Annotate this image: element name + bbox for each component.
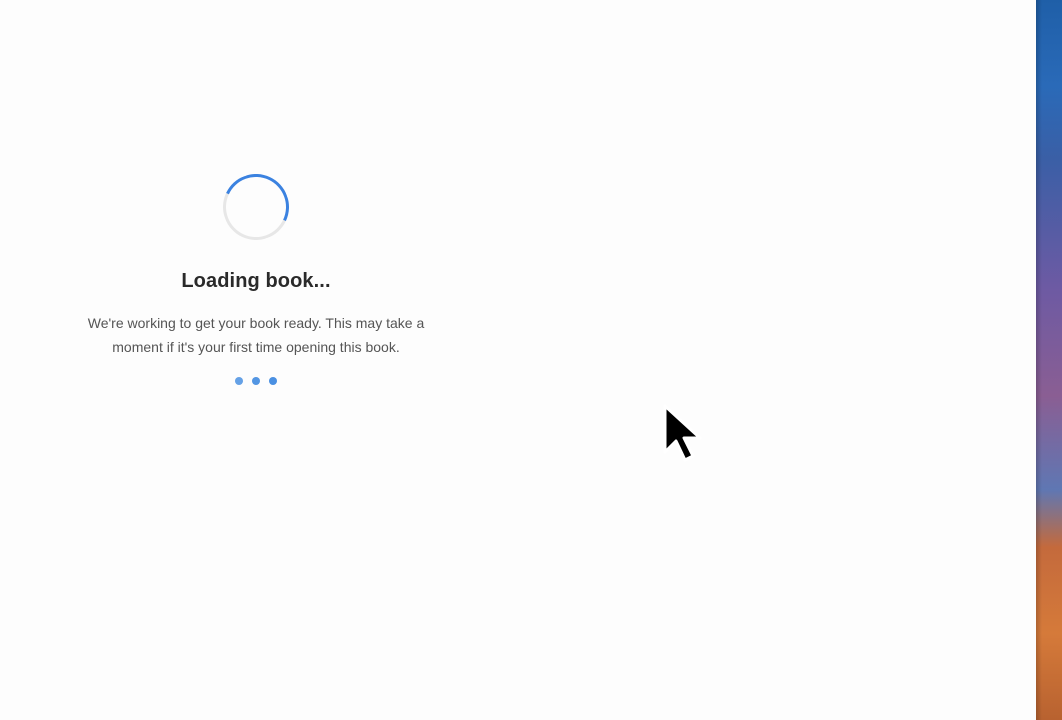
loading-dot <box>269 377 277 385</box>
loading-dot <box>235 377 243 385</box>
loading-message: We're working to get your book ready. Th… <box>87 315 425 355</box>
loading-title: Loading book... <box>181 270 331 292</box>
loading-dot <box>252 377 260 385</box>
app-window: Loading book... We're working to get you… <box>0 0 1036 720</box>
loading-dots-icon <box>235 377 277 385</box>
loading-spinner-icon <box>213 164 299 250</box>
window-edge-shadow <box>1036 0 1042 720</box>
mouse-pointer-icon <box>663 404 702 462</box>
loading-panel: Loading book... We're working to get you… <box>60 164 452 385</box>
